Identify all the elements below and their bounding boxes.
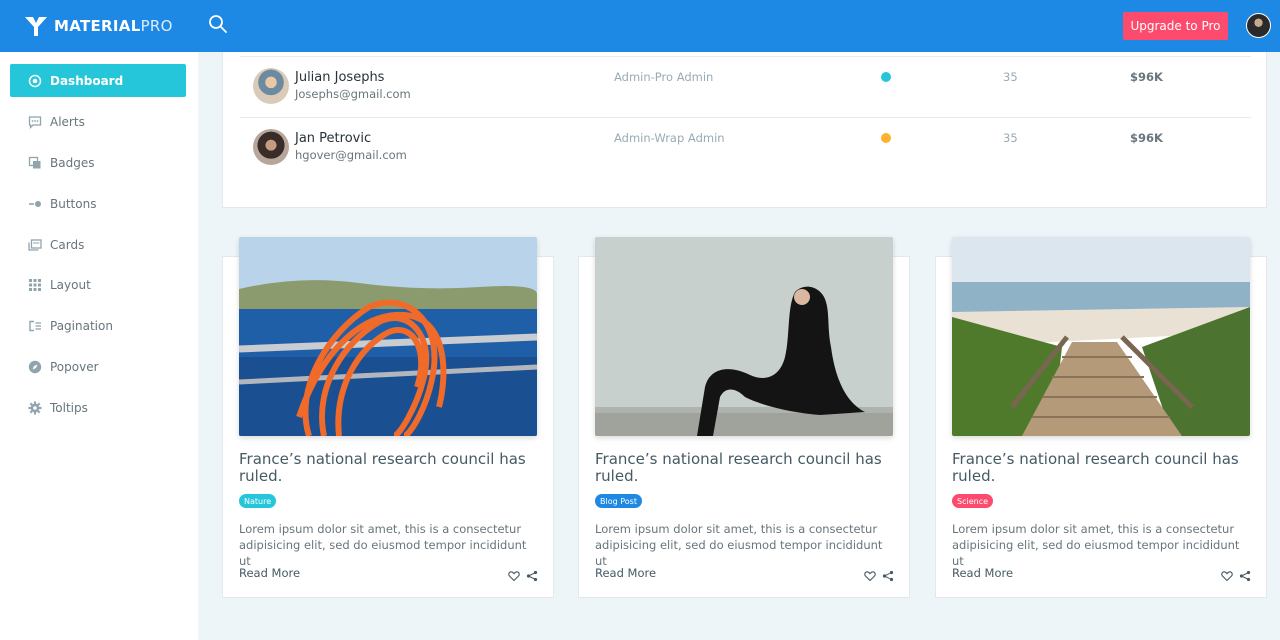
projects-table-card: Julian Josephs Josephs@gmail.com Admin-P… — [222, 52, 1267, 208]
compass-icon — [28, 360, 42, 374]
grid-icon — [28, 278, 42, 292]
top-navbar: MATERIALPRO Upgrade to Pro — [0, 0, 1280, 52]
sidebar-item-label: Pagination — [50, 318, 113, 333]
read-more-link[interactable]: Read More — [239, 566, 300, 580]
status-dot — [881, 72, 891, 82]
search-icon[interactable] — [207, 13, 229, 35]
tag-badge: Science — [952, 494, 994, 508]
pagination-icon — [28, 319, 42, 333]
sidebar-item-dashboard[interactable]: Dashboard — [10, 64, 186, 97]
read-more-link[interactable]: Read More — [595, 566, 656, 580]
blog-excerpt: Lorem ipsum dolor sit amet, this is a co… — [595, 522, 883, 568]
logo-icon — [25, 17, 47, 36]
sidebar-item-label: Cards — [50, 237, 85, 252]
heart-icon[interactable] — [1221, 567, 1233, 582]
share-icon[interactable] — [1239, 567, 1251, 582]
sidebar-item-badges[interactable]: Badges — [10, 146, 186, 179]
blog-excerpt: Lorem ipsum dolor sit amet, this is a co… — [952, 522, 1240, 568]
sidebar-item-label: Layout — [50, 277, 91, 292]
toggle-button-icon — [28, 197, 42, 211]
gear-icon — [28, 401, 42, 415]
blog-image-beach — [952, 237, 1250, 436]
row-amount: $96K — [1130, 131, 1163, 145]
blog-image-woman — [595, 237, 893, 436]
upgrade-to-pro-button[interactable]: Upgrade to Pro — [1123, 12, 1228, 40]
target-icon — [28, 74, 42, 88]
user-name: Julian Josephs — [295, 70, 385, 85]
blog-image-rope — [239, 237, 537, 436]
sidebar-item-label: Popover — [50, 359, 99, 374]
user-name: Jan Petrovic — [295, 131, 372, 146]
status-dot — [881, 133, 891, 143]
heart-icon[interactable] — [864, 567, 876, 582]
sidebar-item-label: Toltips — [50, 400, 88, 415]
user-role: Admin-Pro Admin — [614, 70, 714, 84]
blog-title: France’s national research council has r… — [239, 450, 526, 485]
avatar — [253, 68, 289, 104]
sidebar-item-toltips[interactable]: Toltips — [10, 391, 186, 424]
sidebar: Dashboard Alerts Badges Buttons Cards La… — [0, 52, 198, 640]
row-count: 35 — [1003, 70, 1018, 84]
sidebar-item-cards[interactable]: Cards — [10, 228, 186, 261]
share-icon[interactable] — [526, 567, 538, 582]
row-amount: $96K — [1130, 70, 1163, 84]
brand-logo[interactable]: MATERIALPRO — [24, 15, 204, 37]
heart-icon[interactable] — [508, 567, 520, 582]
sidebar-item-label: Alerts — [50, 114, 85, 129]
cards-icon — [28, 238, 42, 252]
blog-excerpt: Lorem ipsum dolor sit amet, this is a co… — [239, 522, 527, 568]
blog-title: France’s national research council has r… — [952, 450, 1239, 485]
sidebar-item-pagination[interactable]: Pagination — [10, 309, 186, 342]
user-role: Admin-Wrap Admin — [614, 131, 725, 145]
tag-badge: Blog Post — [595, 494, 642, 508]
avatar — [253, 129, 289, 165]
user-email: Josephs@gmail.com — [295, 87, 411, 101]
user-avatar[interactable] — [1246, 13, 1271, 38]
chat-alert-icon — [28, 115, 42, 129]
user-email: hgover@gmail.com — [295, 148, 407, 162]
sidebar-item-popover[interactable]: Popover — [10, 350, 186, 383]
sidebar-item-buttons[interactable]: Buttons — [10, 187, 186, 220]
share-icon[interactable] — [882, 567, 894, 582]
row-count: 35 — [1003, 131, 1018, 145]
table-row[interactable]: Julian Josephs Josephs@gmail.com Admin-P… — [240, 56, 1251, 116]
brand-name: MATERIALPRO — [54, 17, 173, 35]
sidebar-item-alerts[interactable]: Alerts — [10, 105, 186, 138]
badge-icon — [28, 156, 42, 170]
tag-badge: Nature — [239, 494, 277, 508]
blog-title: France’s national research council has r… — [595, 450, 882, 485]
table-row[interactable]: Jan Petrovic hgover@gmail.com Admin-Wrap… — [240, 117, 1251, 177]
sidebar-item-layout[interactable]: Layout — [10, 268, 186, 301]
read-more-link[interactable]: Read More — [952, 566, 1013, 580]
sidebar-item-label: Buttons — [50, 196, 97, 211]
sidebar-item-label: Badges — [50, 155, 95, 170]
sidebar-item-label: Dashboard — [50, 73, 124, 88]
